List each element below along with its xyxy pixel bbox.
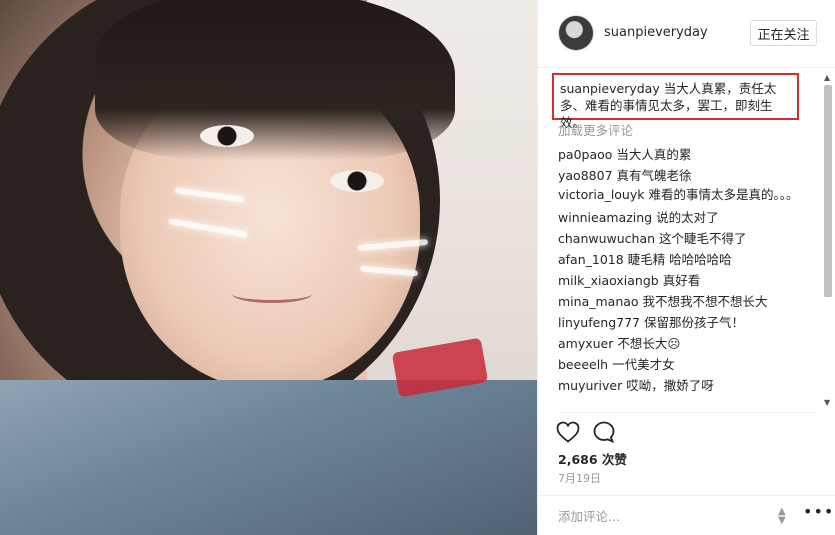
comment-item: milk_xiaoxiangb 真好看 (558, 270, 816, 291)
comment-item: victoria_louyk 难看的事情太多是真的。。。 (558, 186, 816, 204)
comment-item: afan_1018 睫毛精 哈哈哈哈哈 (558, 249, 816, 270)
comment-text: 我不想我不想不想长大 (642, 294, 768, 309)
comment-username[interactable]: chanwuwuchan (558, 231, 655, 246)
comment-text: 一代美才女 (612, 357, 675, 372)
load-more-comments-link[interactable]: 加载更多评论 (558, 120, 633, 139)
comment-item: chanwuwuchan 这个睫毛不得了 (558, 228, 816, 249)
post-header: suanpieveryday 正在关注 (538, 0, 835, 68)
resize-handle-icon[interactable]: ▲ ▼ (778, 507, 786, 526)
post-date: 7月19日 (558, 472, 601, 485)
comment-item: mina_manao 我不想我不想不想长大 (558, 291, 816, 312)
more-options-icon[interactable]: ••• (803, 502, 834, 521)
following-button[interactable]: 正在关注 (750, 20, 817, 46)
comment-item: yao8807 真有气魄老徐 (558, 165, 816, 186)
comment-item: winnieamazing 说的太对了 (558, 207, 816, 228)
post-caption: suanpieveryday 当大人真累，责任太多、难看的事情见太多，罢工，即刻… (552, 73, 799, 130)
comment-username[interactable]: amyxuer (558, 336, 613, 351)
caption-username[interactable]: suanpieveryday (560, 81, 660, 96)
post-photo[interactable] (0, 0, 537, 535)
comment-item: muyuriver 哎呦，撒娇了呀 (558, 375, 816, 396)
comment-text: 说的太对了 (656, 210, 719, 225)
comment-text: 不想长大☹ (617, 336, 681, 351)
author-username[interactable]: suanpieveryday (604, 25, 708, 40)
avatar[interactable] (558, 15, 594, 51)
divider (558, 412, 816, 413)
comment-username[interactable]: milk_xiaoxiangb (558, 273, 659, 288)
post-side-panel: suanpieveryday 正在关注 suanpieveryday 当大人真累… (537, 0, 835, 535)
add-comment-input[interactable] (558, 506, 758, 526)
comment-username[interactable]: victoria_louyk (558, 187, 645, 202)
comment-username[interactable]: winnieamazing (558, 210, 652, 225)
comment-username[interactable]: afan_1018 (558, 252, 624, 267)
comment-text: 难看的事情太多是真的。。。 (648, 187, 799, 202)
comment-text: 真好看 (662, 273, 701, 288)
photo-bangs (95, 0, 455, 160)
comment-text: 哎呦，撒娇了呀 (626, 378, 714, 393)
comment-text: 真有气魄老徐 (616, 168, 692, 183)
photo-right-eye (330, 170, 384, 192)
comment-item: pa0paoo 当大人真的累 (558, 144, 816, 165)
comment-text: 当大人真的累 (616, 147, 692, 162)
comment-item: linyufeng777 保留那份孩子气！ (558, 312, 816, 333)
comment-username[interactable]: mina_manao (558, 294, 639, 309)
like-count[interactable]: 2,686 次赞 (558, 449, 627, 468)
scroll-down-arrow-icon[interactable]: ▼ (824, 398, 830, 407)
comments-scrollbar[interactable]: ▲ ▼ (823, 73, 833, 410)
photo-left-eye (200, 125, 254, 147)
scrollbar-thumb[interactable] (824, 85, 832, 297)
comment-icon[interactable] (592, 420, 616, 444)
post-actions (556, 420, 616, 444)
comment-username[interactable]: linyufeng777 (558, 315, 640, 330)
comment-item: beeeelh 一代美才女 (558, 354, 816, 375)
comment-text: 睫毛精 哈哈哈哈哈 (627, 252, 732, 267)
comment-list: pa0paoo 当大人真的累 yao8807 真有气魄老徐 victoria_l… (558, 144, 816, 396)
scroll-up-arrow-icon[interactable]: ▲ (824, 73, 830, 82)
comment-item: amyxuer 不想长大☹ (558, 333, 816, 354)
comment-username[interactable]: muyuriver (558, 378, 622, 393)
comment-username[interactable]: yao8807 (558, 168, 613, 183)
photo-shirt (0, 380, 537, 535)
heart-icon[interactable] (556, 420, 580, 444)
comment-text: 这个睫毛不得了 (659, 231, 747, 246)
comment-form: ▲▼ ••• (538, 495, 835, 535)
comment-text: 保留那份孩子气！ (643, 315, 744, 330)
comment-username[interactable]: pa0paoo (558, 147, 612, 162)
photo-mouth (232, 285, 312, 303)
comment-username[interactable]: beeeelh (558, 357, 608, 372)
